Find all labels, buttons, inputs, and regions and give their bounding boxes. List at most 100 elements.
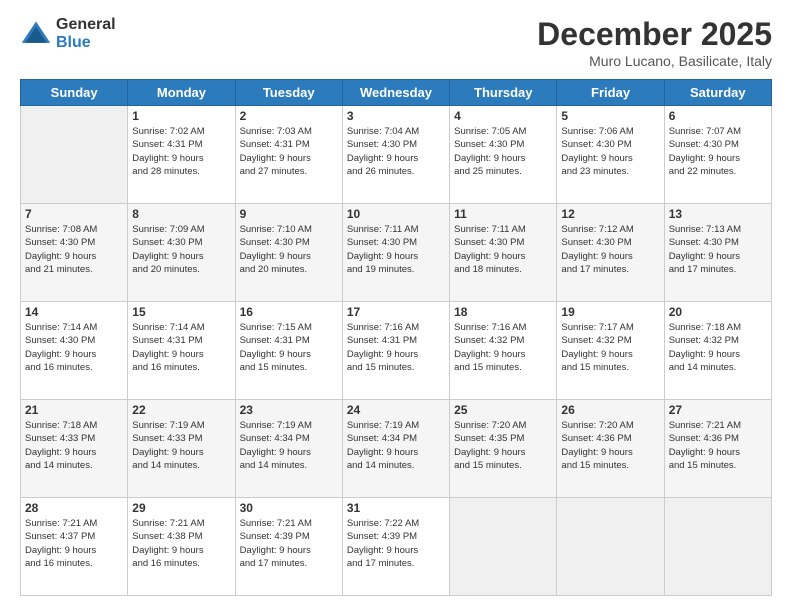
day-info: Sunrise: 7:14 AMSunset: 4:31 PMDaylight:… [132, 321, 230, 374]
day-number: 5 [561, 109, 659, 123]
calendar-cell: 31Sunrise: 7:22 AMSunset: 4:39 PMDayligh… [342, 498, 449, 596]
calendar-cell: 9 Sunrise: 7:10 AMSunset: 4:30 PMDaylight… [235, 204, 342, 302]
calendar-week-5: 28 Sunrise: 7:21 AMSunset: 4:37 PMDayligh… [21, 498, 772, 596]
title-block: December 2025 Muro Lucano, Basilicate, I… [537, 16, 772, 69]
calendar-cell: 13 Sunrise: 7:13 AMSunset: 4:30 PMDayligh… [664, 204, 771, 302]
calendar-week-2: 7Sunrise: 7:08 AMSunset: 4:30 PMDaylight… [21, 204, 772, 302]
logo-icon [20, 18, 52, 50]
day-info: Sunrise: 7:14 AMSunset: 4:30 PMDaylight:… [25, 321, 123, 374]
calendar-cell: 24 Sunrise: 7:19 AMSunset: 4:34 PMDayligh… [342, 400, 449, 498]
calendar-cell [557, 498, 664, 596]
calendar-cell: 4Sunrise: 7:05 AMSunset: 4:30 PMDaylight… [450, 106, 557, 204]
day-info: Sunrise: 7:11 AMSunset: 4:30 PMDaylight:… [347, 223, 445, 276]
day-info: Sunrise: 7:18 AMSunset: 4:32 PMDaylight:… [669, 321, 767, 374]
calendar-cell: 22 Sunrise: 7:19 AMSunset: 4:33 PMDayligh… [128, 400, 235, 498]
calendar-cell: 8 Sunrise: 7:09 AMSunset: 4:30 PMDaylight… [128, 204, 235, 302]
calendar-cell: 17 Sunrise: 7:16 AMSunset: 4:31 PMDayligh… [342, 302, 449, 400]
day-number: 24 [347, 403, 445, 417]
day-number: 10 [347, 207, 445, 221]
calendar-cell: 18 Sunrise: 7:16 AMSunset: 4:32 PMDayligh… [450, 302, 557, 400]
calendar-header: SundayMondayTuesdayWednesdayThursdayFrid… [21, 80, 772, 106]
day-number: 20 [669, 305, 767, 319]
weekday-header-sunday: Sunday [21, 80, 128, 106]
day-info: Sunrise: 7:05 AMSunset: 4:30 PMDaylight:… [454, 125, 552, 178]
day-number: 27 [669, 403, 767, 417]
calendar-cell [450, 498, 557, 596]
day-number: 22 [132, 403, 230, 417]
day-number: 1 [132, 109, 230, 123]
day-info: Sunrise: 7:21 AMSunset: 4:37 PMDaylight:… [25, 517, 123, 570]
day-number: 28 [25, 501, 123, 515]
calendar-cell: 26 Sunrise: 7:20 AMSunset: 4:36 PMDayligh… [557, 400, 664, 498]
day-number: 30 [240, 501, 338, 515]
day-info: Sunrise: 7:13 AMSunset: 4:30 PMDaylight:… [669, 223, 767, 276]
day-number: 23 [240, 403, 338, 417]
day-info: Sunrise: 7:09 AMSunset: 4:30 PMDaylight:… [132, 223, 230, 276]
day-info: Sunrise: 7:03 AMSunset: 4:31 PMDaylight:… [240, 125, 338, 178]
day-info: Sunrise: 7:16 AMSunset: 4:32 PMDaylight:… [454, 321, 552, 374]
calendar-cell: 30 Sunrise: 7:21 AMSunset: 4:39 PMDayligh… [235, 498, 342, 596]
day-info: Sunrise: 7:18 AMSunset: 4:33 PMDaylight:… [25, 419, 123, 472]
day-info: Sunrise: 7:19 AMSunset: 4:34 PMDaylight:… [240, 419, 338, 472]
calendar-cell: 28 Sunrise: 7:21 AMSunset: 4:37 PMDayligh… [21, 498, 128, 596]
calendar-cell: 20 Sunrise: 7:18 AMSunset: 4:32 PMDayligh… [664, 302, 771, 400]
logo-blue: Blue [56, 34, 116, 52]
day-info: Sunrise: 7:10 AMSunset: 4:30 PMDaylight:… [240, 223, 338, 276]
calendar-cell [21, 106, 128, 204]
calendar-body: 1Sunrise: 7:02 AMSunset: 4:31 PMDaylight… [21, 106, 772, 596]
day-info: Sunrise: 7:17 AMSunset: 4:32 PMDaylight:… [561, 321, 659, 374]
day-info: Sunrise: 7:06 AMSunset: 4:30 PMDaylight:… [561, 125, 659, 178]
day-number: 18 [454, 305, 552, 319]
day-number: 8 [132, 207, 230, 221]
day-number: 11 [454, 207, 552, 221]
day-number: 7 [25, 207, 123, 221]
calendar: SundayMondayTuesdayWednesdayThursdayFrid… [20, 79, 772, 596]
day-number: 26 [561, 403, 659, 417]
day-number: 21 [25, 403, 123, 417]
weekday-header-monday: Monday [128, 80, 235, 106]
calendar-cell: 15 Sunrise: 7:14 AMSunset: 4:31 PMDayligh… [128, 302, 235, 400]
header: General Blue December 2025 Muro Lucano, … [20, 16, 772, 69]
calendar-cell: 1Sunrise: 7:02 AMSunset: 4:31 PMDaylight… [128, 106, 235, 204]
calendar-cell: 25Sunrise: 7:20 AMSunset: 4:35 PMDayligh… [450, 400, 557, 498]
calendar-cell: 27Sunrise: 7:21 AMSunset: 4:36 PMDayligh… [664, 400, 771, 498]
calendar-week-4: 21 Sunrise: 7:18 AMSunset: 4:33 PMDayligh… [21, 400, 772, 498]
calendar-week-3: 14Sunrise: 7:14 AMSunset: 4:30 PMDayligh… [21, 302, 772, 400]
day-number: 13 [669, 207, 767, 221]
day-info: Sunrise: 7:21 AMSunset: 4:38 PMDaylight:… [132, 517, 230, 570]
day-number: 17 [347, 305, 445, 319]
calendar-cell: 12 Sunrise: 7:12 AMSunset: 4:30 PMDayligh… [557, 204, 664, 302]
day-number: 6 [669, 109, 767, 123]
page: General Blue December 2025 Muro Lucano, … [0, 0, 792, 612]
day-number: 16 [240, 305, 338, 319]
calendar-cell: 7Sunrise: 7:08 AMSunset: 4:30 PMDaylight… [21, 204, 128, 302]
day-number: 9 [240, 207, 338, 221]
day-info: Sunrise: 7:19 AMSunset: 4:33 PMDaylight:… [132, 419, 230, 472]
calendar-cell: 2 Sunrise: 7:03 AMSunset: 4:31 PMDaylight… [235, 106, 342, 204]
calendar-cell: 3Sunrise: 7:04 AMSunset: 4:30 PMDaylight… [342, 106, 449, 204]
calendar-cell: 5 Sunrise: 7:06 AMSunset: 4:30 PMDaylight… [557, 106, 664, 204]
day-info: Sunrise: 7:21 AMSunset: 4:39 PMDaylight:… [240, 517, 338, 570]
day-number: 29 [132, 501, 230, 515]
calendar-cell: 6 Sunrise: 7:07 AMSunset: 4:30 PMDaylight… [664, 106, 771, 204]
calendar-cell: 11Sunrise: 7:11 AMSunset: 4:30 PMDayligh… [450, 204, 557, 302]
month-title: December 2025 [537, 16, 772, 53]
calendar-cell [664, 498, 771, 596]
day-info: Sunrise: 7:16 AMSunset: 4:31 PMDaylight:… [347, 321, 445, 374]
logo-general: General [56, 16, 116, 34]
day-number: 31 [347, 501, 445, 515]
day-info: Sunrise: 7:20 AMSunset: 4:35 PMDaylight:… [454, 419, 552, 472]
logo: General Blue [20, 16, 116, 51]
day-number: 15 [132, 305, 230, 319]
day-info: Sunrise: 7:20 AMSunset: 4:36 PMDaylight:… [561, 419, 659, 472]
calendar-cell: 10 Sunrise: 7:11 AMSunset: 4:30 PMDayligh… [342, 204, 449, 302]
day-info: Sunrise: 7:12 AMSunset: 4:30 PMDaylight:… [561, 223, 659, 276]
day-number: 12 [561, 207, 659, 221]
day-number: 19 [561, 305, 659, 319]
weekday-header-thursday: Thursday [450, 80, 557, 106]
day-info: Sunrise: 7:19 AMSunset: 4:34 PMDaylight:… [347, 419, 445, 472]
day-number: 2 [240, 109, 338, 123]
day-info: Sunrise: 7:07 AMSunset: 4:30 PMDaylight:… [669, 125, 767, 178]
weekday-header-saturday: Saturday [664, 80, 771, 106]
calendar-cell: 19 Sunrise: 7:17 AMSunset: 4:32 PMDayligh… [557, 302, 664, 400]
